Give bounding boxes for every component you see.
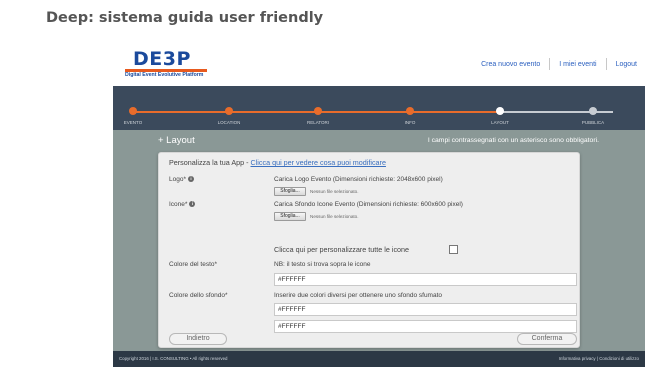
- form-subtitle-text: Personalizza la tua App -: [169, 158, 251, 167]
- nav-my-events-link[interactable]: I miei eventi: [559, 61, 596, 68]
- icone-file-status: Nessun file selezionato.: [310, 214, 359, 219]
- info-icon[interactable]: i: [188, 176, 194, 183]
- step-dot: [129, 107, 137, 115]
- step-label: INFO: [404, 120, 416, 125]
- stepper-track: [133, 111, 613, 113]
- bg-color-note: Inserire due colori diversi per ottenere…: [274, 292, 443, 299]
- nav-divider: [605, 58, 607, 70]
- nav-create-event-link[interactable]: Crea nuovo evento: [481, 61, 540, 68]
- icone-browse-button[interactable]: Sfoglia...: [274, 212, 306, 221]
- page-title: + Layout: [158, 135, 195, 146]
- step-label: EVENTO: [123, 120, 143, 125]
- step-label: LAYOUT: [491, 120, 509, 125]
- step-label: LOCATION: [217, 120, 241, 125]
- footer-links[interactable]: Informativa privacy | Condizioni di util…: [559, 356, 639, 361]
- text-color-label: Colore del testo*: [169, 261, 218, 268]
- layout-form: Personalizza la tua App - Clicca qui per…: [158, 152, 580, 348]
- icone-label-text: Icone*: [169, 201, 188, 208]
- app-window: DE3P Digital Event Evolutive Platform Cr…: [113, 44, 645, 367]
- bg-color-input-1[interactable]: #FFFFFF: [274, 303, 577, 316]
- progress-stepper: EVENTO LOCATION RELATORI INFO LAYOUT PUB…: [113, 86, 645, 130]
- back-button[interactable]: Indietro: [169, 333, 227, 345]
- step-dot: [496, 107, 504, 115]
- customize-icons-label: Clicca qui per personalizzare tutte le i…: [274, 245, 410, 254]
- logo-field-label: Logo* i: [169, 176, 194, 183]
- step-label: PUBBLICA: [581, 120, 605, 125]
- form-subtitle: Personalizza la tua App - Clicca qui per…: [169, 158, 386, 167]
- confirm-button[interactable]: Conferma: [517, 333, 577, 345]
- step-dot: [314, 107, 322, 115]
- nav-logout-link[interactable]: Logout: [616, 61, 637, 68]
- app-footer: Copyright 2016 | I.S. CONSULTING • All r…: [113, 351, 645, 367]
- icone-upload-hint: Carica Sfondo Icone Evento (Dimensioni r…: [274, 201, 463, 208]
- slide-title: Deep: sistema guida user friendly: [46, 10, 324, 26]
- app-header: DE3P Digital Event Evolutive Platform Cr…: [113, 44, 645, 86]
- logo-label-text: Logo*: [169, 176, 186, 183]
- logo-wordmark: DE3P: [133, 48, 191, 70]
- step-label: RELATORI: [306, 120, 330, 125]
- copyright-text: Copyright 2016 | I.S. CONSULTING • All r…: [119, 356, 228, 361]
- step-dot: [589, 107, 597, 115]
- text-color-note: NB: il testo si trova sopra le icone: [274, 261, 371, 268]
- info-icon[interactable]: i: [189, 201, 196, 208]
- customize-icons-checkbox[interactable]: [449, 245, 458, 254]
- main-content: + Layout I campi contrassegnati con un a…: [113, 130, 645, 351]
- logo-subtitle: Digital Event Evolutive Platform: [125, 72, 204, 78]
- customization-help-link[interactable]: Clicca qui per vedere cosa puoi modifica…: [251, 158, 386, 167]
- required-fields-note: I campi contrassegnati con un asterisco …: [427, 137, 599, 144]
- top-nav: Crea nuovo evento I miei eventi Logout: [481, 58, 637, 70]
- bg-color-input-2[interactable]: #FFFFFF: [274, 320, 577, 333]
- icone-field-label: Icone* i: [169, 201, 196, 208]
- deep-logo[interactable]: DE3P Digital Event Evolutive Platform: [125, 48, 207, 78]
- text-color-input[interactable]: #FFFFFF: [274, 273, 577, 286]
- step-dot: [225, 107, 233, 115]
- nav-divider: [549, 58, 551, 70]
- logo-browse-button[interactable]: Sfoglia...: [274, 187, 306, 196]
- step-dot: [406, 107, 414, 115]
- logo-upload-hint: Carica Logo Evento (Dimensioni richieste…: [274, 176, 443, 183]
- logo-file-status: Nessun file selezionato.: [310, 189, 359, 194]
- bg-color-label: Colore dello sfondo*: [169, 292, 228, 299]
